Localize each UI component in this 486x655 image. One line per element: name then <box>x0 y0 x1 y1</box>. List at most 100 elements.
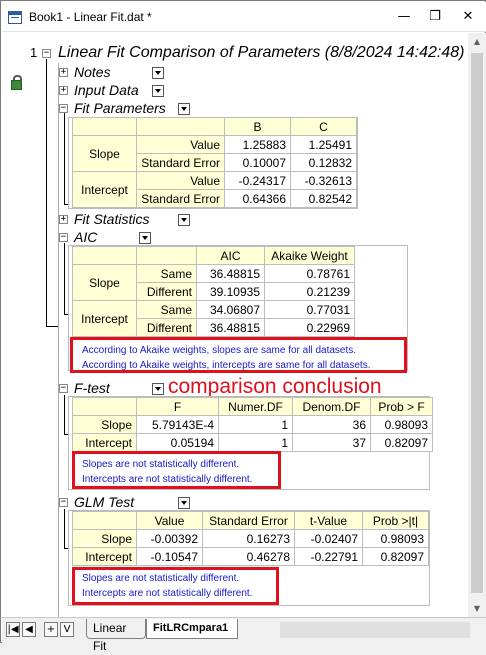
row-label: Same <box>136 264 197 283</box>
aic-menu-dropdown[interactable] <box>139 232 151 244</box>
table-cell[interactable]: 0.64366 <box>224 189 291 208</box>
tree-line <box>64 113 65 205</box>
section-input-data[interactable]: Input Data <box>74 82 139 98</box>
glm-menu-dropdown[interactable] <box>178 497 190 509</box>
table-cell[interactable]: 0.12832 <box>290 153 357 172</box>
fit-statistics-menu-dropdown[interactable] <box>178 214 190 226</box>
section-aic[interactable]: AIC <box>74 229 97 245</box>
table-cell[interactable]: -0.32613 <box>290 171 357 190</box>
table-cell[interactable]: 5.79143E-4 <box>136 415 219 434</box>
section-ftest[interactable]: F-test <box>74 380 110 396</box>
notes-menu-dropdown[interactable] <box>152 67 164 79</box>
row-label: Standard Error <box>136 189 225 208</box>
expand-input-data-toggle[interactable]: + <box>59 86 68 95</box>
collapse-fit-parameters-toggle[interactable]: − <box>59 104 68 113</box>
fit-parameters-menu-dropdown[interactable] <box>178 103 190 115</box>
table-cell[interactable]: 1.25491 <box>290 135 357 154</box>
table-corner <box>72 397 137 416</box>
column-header: Prob > F <box>370 397 433 416</box>
table-cell[interactable]: -0.24317 <box>224 171 291 190</box>
table-cell[interactable]: 39.10935 <box>196 282 265 301</box>
expand-fit-statistics-toggle[interactable]: + <box>59 215 68 224</box>
table-cell[interactable]: 0.78761 <box>264 264 355 283</box>
table-cell[interactable]: 1 <box>218 415 293 434</box>
restore-button[interactable]: ❐ <box>421 3 449 31</box>
tab-fitlrcmpara1[interactable]: FitLRCmpara1 <box>146 619 238 639</box>
table-cell[interactable]: 37 <box>292 433 371 452</box>
highlight-box <box>70 337 407 373</box>
table-cell[interactable]: 34.06807 <box>196 300 265 319</box>
aic-table: AIC Akaike Weight Slope Same 36.48815 0.7876… <box>72 246 355 337</box>
table-corner <box>72 246 137 265</box>
tree-line <box>58 63 59 617</box>
section-fit-parameters[interactable]: Fit Parameters <box>74 100 166 116</box>
table-cell[interactable]: 0.98093 <box>362 529 429 548</box>
table-cell[interactable]: -0.02407 <box>294 529 363 548</box>
table-cell[interactable]: 1 <box>218 433 293 452</box>
collapse-report-toggle[interactable]: − <box>42 49 51 58</box>
column-header: C <box>290 117 357 136</box>
previous-sheet-button[interactable]: ◀ <box>22 622 36 637</box>
table-cell[interactable]: 0.10007 <box>224 153 291 172</box>
table-corner <box>136 246 197 265</box>
column-header: Numer.DF <box>218 397 293 416</box>
table-cell[interactable]: 0.05194 <box>136 433 219 452</box>
table-cell[interactable]: 1.25883 <box>224 135 291 154</box>
sheet-list-button[interactable]: V <box>60 622 74 637</box>
table-cell[interactable]: 0.46278 <box>202 547 295 566</box>
row-label: Intercept <box>72 547 137 566</box>
table-cell[interactable]: 0.82097 <box>362 547 429 566</box>
scroll-thumb[interactable] <box>471 53 483 593</box>
expand-notes-toggle[interactable]: + <box>59 68 68 77</box>
section-glm-test[interactable]: GLM Test <box>74 494 134 510</box>
highlight-box <box>72 567 279 605</box>
table-cell[interactable]: 0.98093 <box>370 415 433 434</box>
table-cell[interactable]: -0.00392 <box>136 529 203 548</box>
vertical-scrollbar[interactable]: ▲ ▼ <box>468 33 486 617</box>
table-cell[interactable]: 36.48815 <box>196 264 265 283</box>
glm-table: Value Standard Error t-Value Prob >|t| Slop… <box>72 511 429 566</box>
column-header: Prob >|t| <box>362 511 429 530</box>
close-button[interactable]: ✕ <box>454 3 482 31</box>
section-notes[interactable]: Notes <box>74 64 111 80</box>
table-cell[interactable]: -0.10547 <box>136 547 203 566</box>
column-header: Value <box>136 511 203 530</box>
column-header: AIC <box>196 246 265 265</box>
report-sheet: 1 − Linear Fit Comparison of Parameters … <box>2 33 468 617</box>
table-cell[interactable]: 0.22969 <box>264 318 355 337</box>
collapse-glm-toggle[interactable]: − <box>59 498 68 507</box>
row-group-label: Slope <box>72 135 137 172</box>
lock-icon[interactable] <box>11 75 22 90</box>
row-group-label: Intercept <box>72 171 137 208</box>
table-cell[interactable]: 36.48815 <box>196 318 265 337</box>
scroll-up-arrow[interactable]: ▲ <box>468 33 486 50</box>
column-header: F <box>136 397 219 416</box>
collapse-ftest-toggle[interactable]: − <box>59 384 68 393</box>
minimize-button[interactable]: — <box>390 3 418 31</box>
table-corner <box>72 117 137 136</box>
row-label: Value <box>136 171 225 190</box>
table-cell[interactable]: 36 <box>292 415 371 434</box>
table-cell[interactable]: 0.82097 <box>370 433 433 452</box>
tree-line <box>46 59 47 327</box>
horizontal-scrollbar[interactable] <box>280 622 470 638</box>
collapse-aic-toggle[interactable]: − <box>59 233 68 242</box>
title-bar[interactable]: Book1 - Linear Fit.dat * — ❐ ✕ <box>2 2 486 32</box>
table-cell[interactable]: 0.21239 <box>264 282 355 301</box>
table-cell[interactable]: 0.77031 <box>264 300 355 319</box>
section-fit-statistics[interactable]: Fit Statistics <box>74 211 149 227</box>
highlight-box <box>72 451 281 489</box>
table-cell[interactable]: -0.22791 <box>294 547 363 566</box>
input-data-menu-dropdown[interactable] <box>152 85 164 97</box>
table-corner <box>72 511 137 530</box>
table-cell[interactable]: 0.16273 <box>202 529 295 548</box>
row-group-label: Intercept <box>72 300 137 337</box>
row-label: Same <box>136 300 197 319</box>
ftest-menu-dropdown[interactable] <box>152 383 164 395</box>
table-cell[interactable]: 0.82542 <box>290 189 357 208</box>
row-label: Different <box>136 282 197 301</box>
add-sheet-button[interactable]: + <box>44 622 58 637</box>
first-sheet-button[interactable]: |◀ <box>6 622 20 637</box>
tab-linear-fit[interactable]: Linear Fit <box>86 619 146 653</box>
scroll-down-arrow[interactable]: ▼ <box>468 600 486 617</box>
